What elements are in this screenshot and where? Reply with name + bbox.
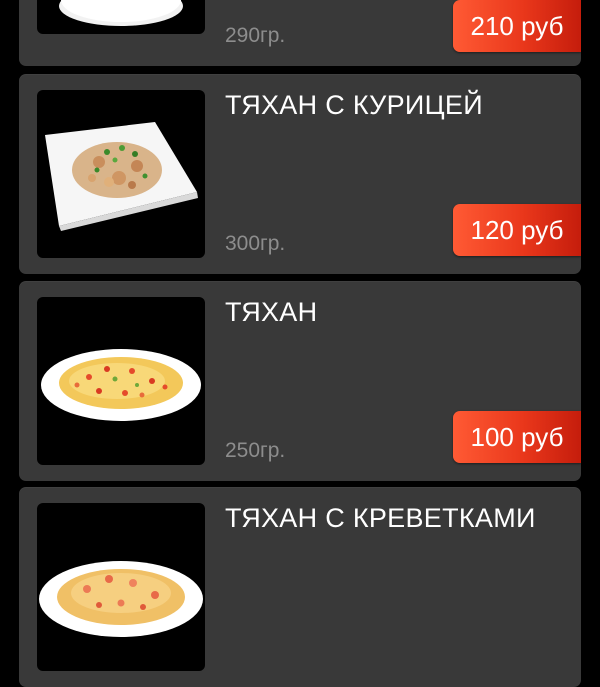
dish-weight: 290гр.	[225, 24, 286, 47]
menu-item-card[interactable]: ТЯХАН С КУРИЦЕЙ 300гр. 120 руб	[19, 74, 581, 274]
price-badge[interactable]: 100 руб	[453, 411, 581, 463]
dish-weight: 250гр.	[225, 439, 286, 462]
menu-item-card[interactable]: 290гр. 210 руб	[19, 0, 581, 66]
dish-title: ТЯХАН С КУРИЦЕЙ	[225, 90, 483, 120]
dish-image	[37, 90, 205, 258]
price-badge[interactable]: 120 руб	[453, 204, 581, 256]
dish-title: ТЯХАН С КРЕВЕТКАМИ	[225, 503, 536, 533]
dish-image	[37, 0, 205, 34]
dish-image	[37, 503, 205, 671]
dish-image	[37, 297, 205, 465]
menu-item-card[interactable]: ТЯХАН С КРЕВЕТКАМИ	[19, 487, 581, 687]
dish-weight: 300гр.	[225, 232, 286, 255]
dish-title: ТЯХАН	[225, 297, 318, 327]
menu-item-card[interactable]: ТЯХАН 250гр. 100 руб	[19, 281, 581, 481]
price-badge[interactable]: 210 руб	[453, 0, 581, 52]
